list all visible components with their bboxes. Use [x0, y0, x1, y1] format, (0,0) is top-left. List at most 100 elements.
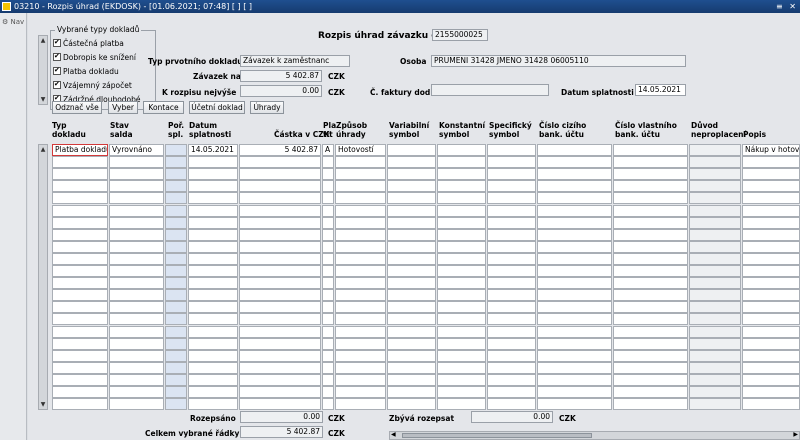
cell-stav[interactable] — [109, 313, 164, 326]
cell-por[interactable] — [165, 289, 187, 302]
cell-plat[interactable] — [322, 337, 334, 350]
cell-typ[interactable] — [52, 398, 108, 411]
cell-ss[interactable] — [487, 180, 536, 193]
cell-stav[interactable] — [109, 349, 164, 362]
cell-typ[interactable] — [52, 337, 108, 350]
cell-cizi[interactable] — [537, 386, 612, 398]
cell-cizi[interactable] — [537, 313, 612, 326]
cell-castka[interactable] — [239, 386, 321, 398]
cell-datum[interactable] — [188, 386, 238, 398]
cell-castka[interactable] — [239, 168, 321, 181]
cell-duvod[interactable] — [689, 204, 741, 217]
cell-ks[interactable] — [437, 373, 486, 386]
cell-ks[interactable] — [437, 398, 486, 411]
cell-stav[interactable] — [109, 252, 164, 265]
cell-ss[interactable] — [487, 192, 536, 205]
cell-castka[interactable] — [239, 325, 321, 338]
cell-datum[interactable] — [188, 216, 238, 229]
scroll-thumb[interactable] — [402, 433, 592, 438]
cell-ks[interactable] — [437, 192, 486, 205]
cell-vlastni[interactable] — [613, 373, 688, 386]
cell-vs[interactable] — [387, 398, 436, 411]
cell-duvod[interactable] — [689, 180, 741, 193]
type-checkbox[interactable]: Vzájemný zápočet — [53, 80, 132, 90]
cell-plat[interactable] — [322, 252, 334, 265]
cell-vlastni[interactable] — [613, 289, 688, 302]
cell-plat[interactable] — [322, 313, 334, 326]
cell-vlastni[interactable] — [613, 180, 688, 193]
cell-ks[interactable] — [437, 325, 486, 338]
cell-vs[interactable] — [387, 325, 436, 338]
cell-datum[interactable] — [188, 204, 238, 217]
cell-datum[interactable] — [188, 277, 238, 290]
cell-typ[interactable] — [52, 361, 108, 374]
cell-typ[interactable] — [52, 156, 108, 169]
cell-datum[interactable] — [188, 228, 238, 241]
cell-plat[interactable] — [322, 240, 334, 253]
cell-datum[interactable] — [188, 373, 238, 386]
cell-castka[interactable] — [239, 252, 321, 265]
cell-por[interactable] — [165, 301, 187, 314]
cell-por[interactable] — [165, 265, 187, 277]
cell-ss[interactable] — [487, 216, 536, 229]
cell-typ[interactable] — [52, 386, 108, 398]
cell-plat[interactable] — [322, 277, 334, 290]
cell-plat[interactable] — [322, 168, 334, 181]
cell-popis[interactable] — [742, 373, 800, 386]
cell-cizi[interactable] — [537, 252, 612, 265]
cell-vlastni[interactable] — [613, 144, 688, 156]
cell-duvod[interactable] — [689, 252, 741, 265]
cell-por[interactable] — [165, 277, 187, 290]
cell-popis[interactable] — [742, 337, 800, 350]
cell-plat[interactable] — [322, 349, 334, 362]
cell-zpusob[interactable] — [335, 168, 386, 181]
uhrady-button[interactable]: Úhrady — [250, 101, 284, 114]
cell-castka[interactable] — [239, 361, 321, 374]
cell-ks[interactable] — [437, 216, 486, 229]
cell-castka[interactable]: 5 402.87 — [239, 144, 321, 156]
cell-popis[interactable] — [742, 289, 800, 302]
cell-plat[interactable] — [322, 192, 334, 205]
horizontal-scrollbar[interactable]: ◀ ▶ — [389, 431, 800, 440]
cell-castka[interactable] — [239, 204, 321, 217]
cell-duvod[interactable] — [689, 313, 741, 326]
cell-zpusob[interactable] — [335, 180, 386, 193]
cell-stav[interactable] — [109, 301, 164, 314]
cell-datum[interactable] — [188, 337, 238, 350]
scroll-up-icon[interactable]: ▲ — [39, 146, 47, 154]
cell-por[interactable] — [165, 325, 187, 338]
cell-duvod[interactable] — [689, 373, 741, 386]
cell-castka[interactable] — [239, 349, 321, 362]
cell-stav[interactable] — [109, 180, 164, 193]
cell-vs[interactable] — [387, 168, 436, 181]
cell-ks[interactable] — [437, 289, 486, 302]
cell-por[interactable] — [165, 156, 187, 169]
cell-vlastni[interactable] — [613, 252, 688, 265]
cell-stav[interactable] — [109, 156, 164, 169]
cell-datum[interactable] — [188, 398, 238, 411]
cell-plat[interactable] — [322, 216, 334, 229]
type-checkbox[interactable]: Dobropis ke snížení — [53, 52, 136, 62]
cell-ss[interactable] — [487, 337, 536, 350]
cell-ks[interactable] — [437, 349, 486, 362]
cell-plat[interactable] — [322, 265, 334, 277]
cell-ss[interactable] — [487, 265, 536, 277]
cell-zpusob[interactable] — [335, 349, 386, 362]
cell-stav[interactable] — [109, 168, 164, 181]
cell-vlastni[interactable] — [613, 216, 688, 229]
cell-duvod[interactable] — [689, 361, 741, 374]
cell-ss[interactable] — [487, 144, 536, 156]
cell-vlastni[interactable] — [613, 168, 688, 181]
cell-castka[interactable] — [239, 301, 321, 314]
cell-ss[interactable] — [487, 277, 536, 290]
cell-ss[interactable] — [487, 289, 536, 302]
cell-cizi[interactable] — [537, 265, 612, 277]
cell-vs[interactable] — [387, 313, 436, 326]
cell-datum[interactable] — [188, 192, 238, 205]
cell-cizi[interactable] — [537, 192, 612, 205]
cell-popis[interactable] — [742, 313, 800, 326]
cell-vlastni[interactable] — [613, 192, 688, 205]
cell-vs[interactable] — [387, 180, 436, 193]
cell-datum[interactable]: 14.05.2021 — [188, 144, 238, 156]
cell-cizi[interactable] — [537, 204, 612, 217]
